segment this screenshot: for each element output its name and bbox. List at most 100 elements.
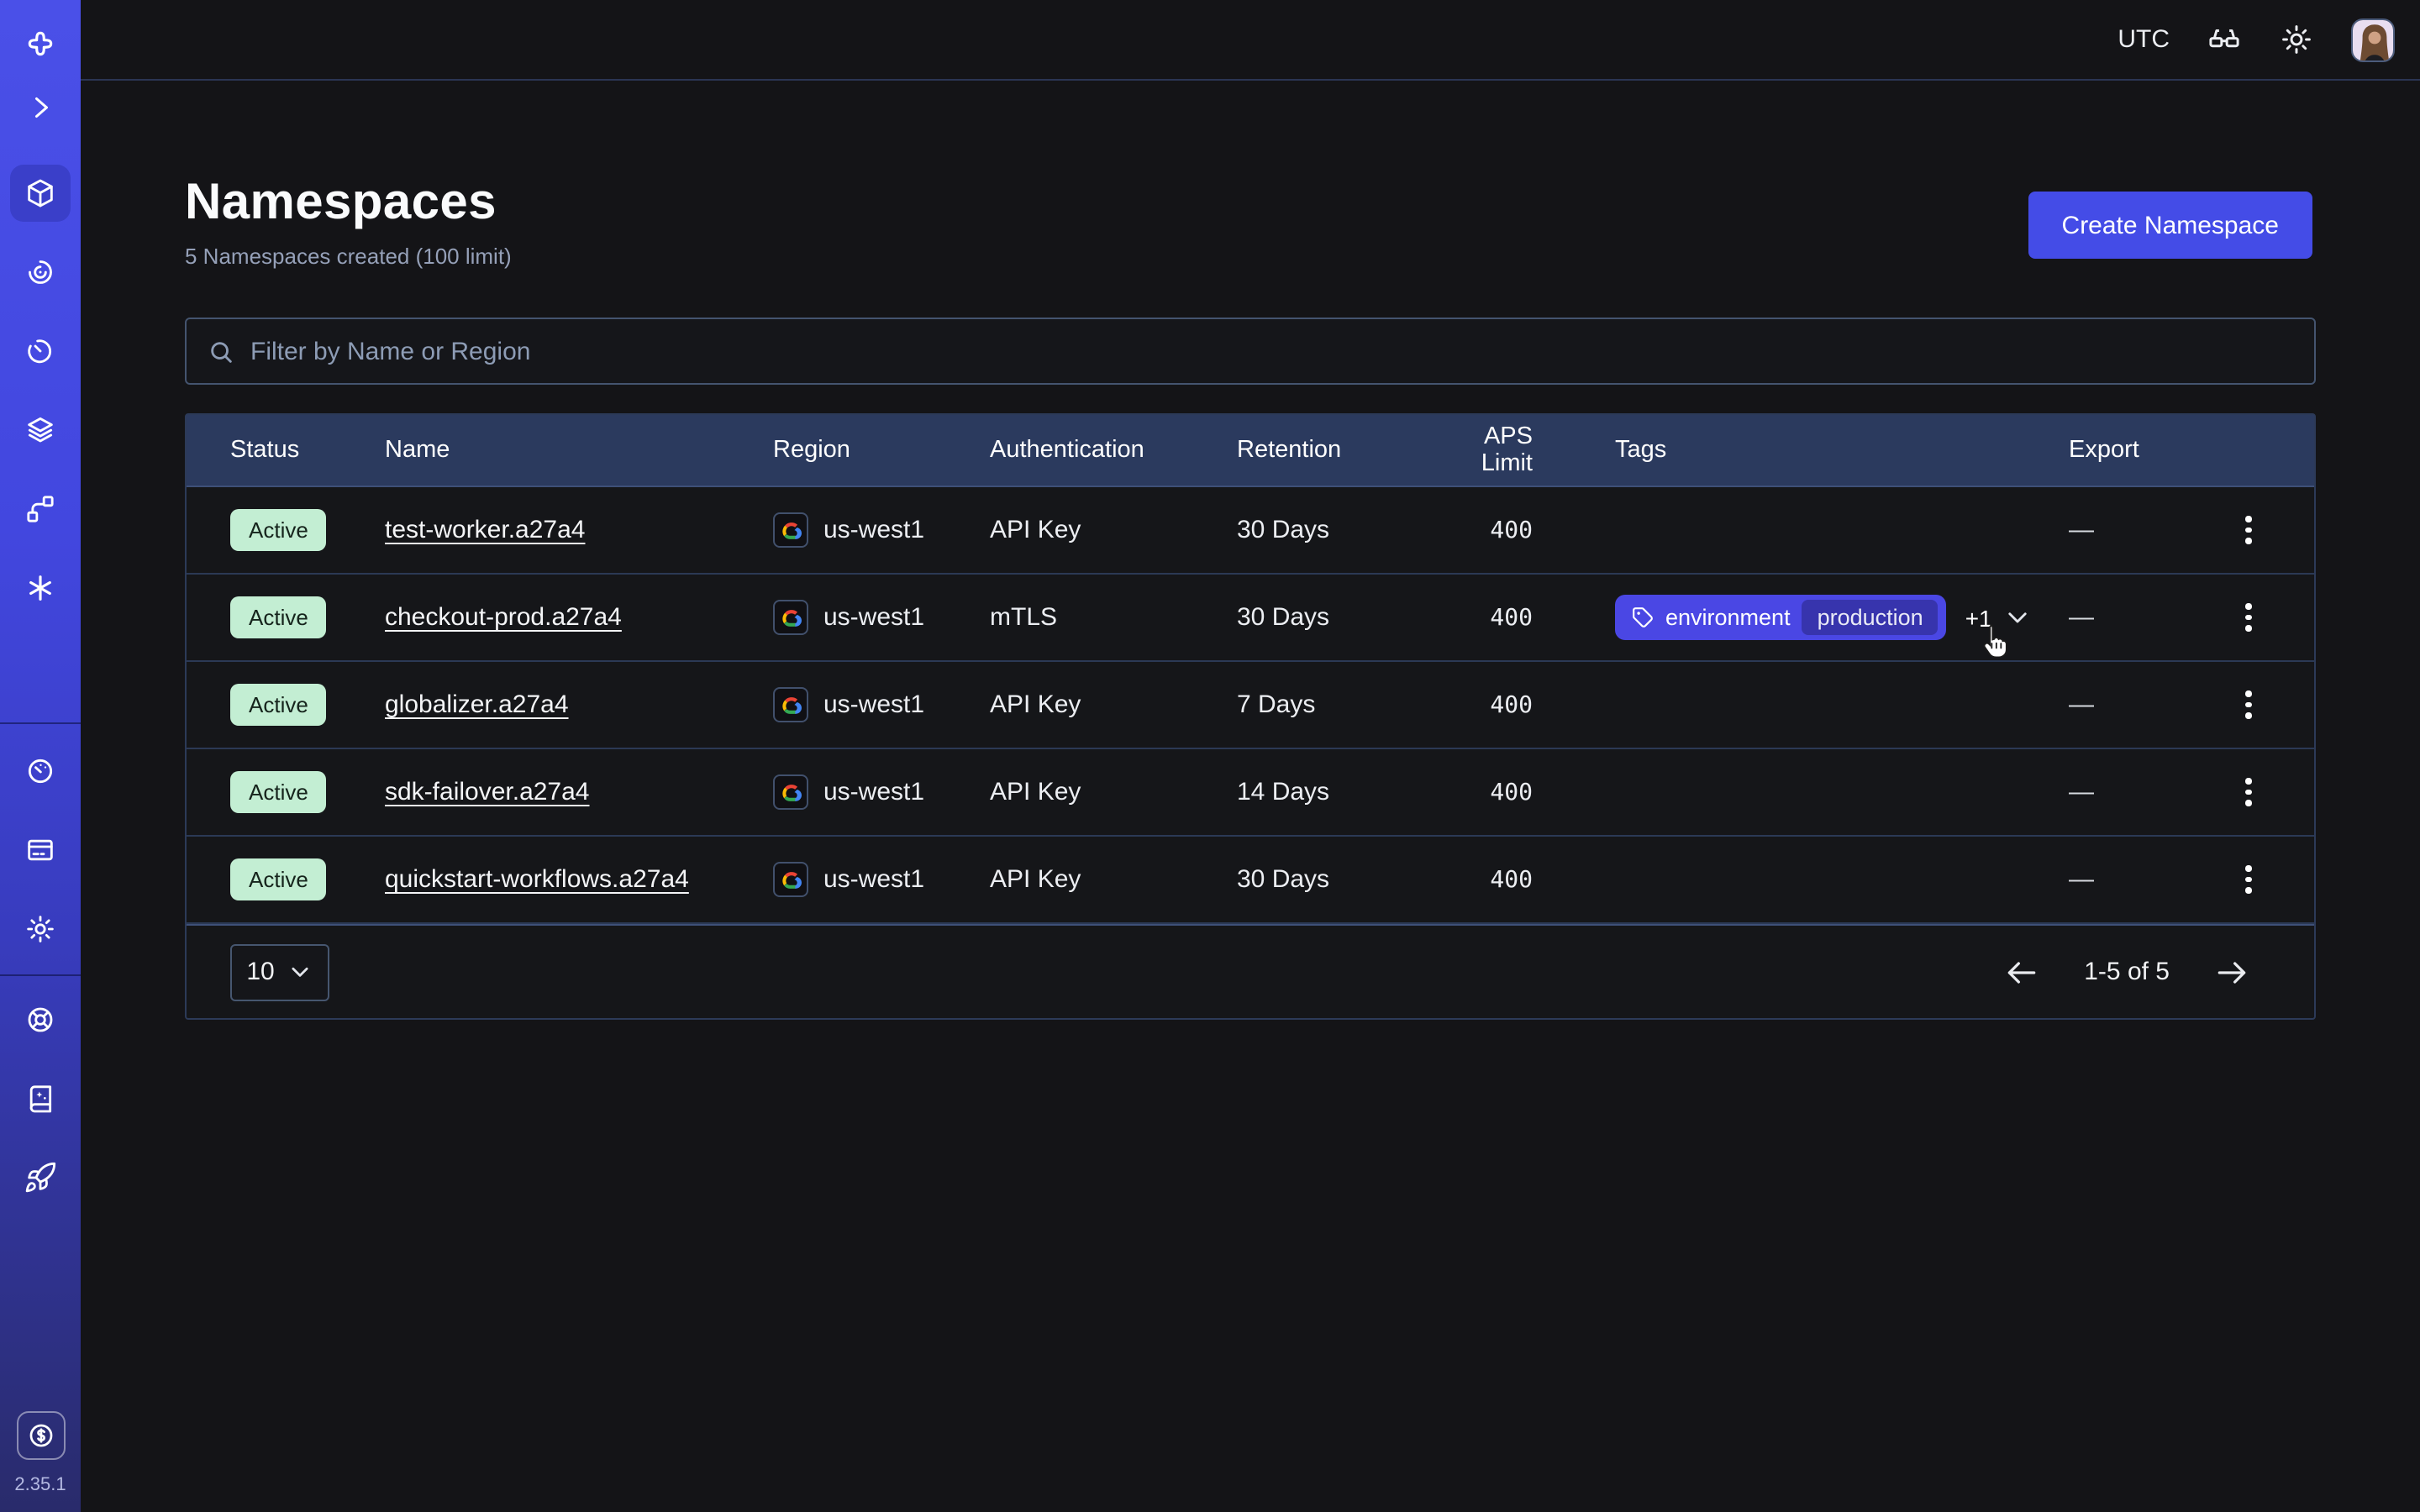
table-row: Active sdk-failover.a27a4 us-west1 API K… — [187, 749, 2314, 837]
export-value: — — [2069, 865, 2228, 894]
export-value: — — [2069, 603, 2228, 632]
status-badge: Active — [230, 684, 327, 726]
filter-input[interactable] — [250, 337, 2294, 365]
chevron-down-icon — [288, 959, 313, 984]
nav-lifebuoy-icon[interactable] — [10, 991, 71, 1048]
auth-value: API Key — [990, 778, 1237, 806]
aps-limit-value: 400 — [1428, 691, 1533, 718]
gcp-cloud-icon — [773, 687, 808, 722]
aps-limit-value: 400 — [1428, 517, 1533, 543]
gcp-cloud-icon — [773, 774, 808, 810]
nav-gauge-icon[interactable] — [10, 743, 71, 800]
nav-timer-icon[interactable] — [10, 323, 71, 380]
col-name: Name — [385, 437, 773, 464]
table-row: Active checkout-prod.a27a4 us-west1 mTLS… — [187, 575, 2314, 662]
col-export: Export — [2069, 437, 2228, 464]
tags-more-count: +1 — [1965, 604, 1992, 631]
aps-limit-value: 400 — [1428, 866, 1533, 893]
search-icon — [207, 337, 235, 365]
table-footer: 10 1-5 of 5 — [187, 924, 2314, 1018]
status-badge: Active — [230, 771, 327, 813]
app-root: 2.35.1 UTC Namespaces 5 Namespaces creat… — [0, 0, 2420, 1512]
region-label: us-west1 — [823, 516, 924, 544]
region-label: us-west1 — [823, 603, 924, 632]
retention-value: 14 Days — [1237, 778, 1428, 806]
temporal-logo-icon[interactable] — [10, 15, 71, 72]
status-badge: Active — [230, 858, 327, 900]
next-page-arrow-icon[interactable] — [2213, 953, 2250, 990]
col-tags: Tags — [1533, 437, 2069, 464]
region-label: us-west1 — [823, 778, 924, 806]
region-label: us-west1 — [823, 865, 924, 894]
tag-pill[interactable]: environment production — [1615, 595, 1947, 640]
namespace-link[interactable]: sdk-failover.a27a4 — [385, 778, 590, 806]
col-status: Status — [230, 437, 385, 464]
region-label: us-west1 — [823, 690, 924, 719]
namespace-link[interactable]: globalizer.a27a4 — [385, 690, 569, 719]
col-authentication: Authentication — [990, 437, 1237, 464]
page-subtitle: 5 Namespaces created (100 limit) — [185, 244, 2316, 269]
export-value: — — [2069, 690, 2228, 719]
sidebar: 2.35.1 — [0, 0, 81, 1512]
aps-limit-value: 400 — [1428, 779, 1533, 806]
status-badge: Active — [230, 596, 327, 638]
nav-branch-icon[interactable] — [10, 480, 71, 538]
tag-key: environment — [1665, 605, 1791, 630]
table-row: Active quickstart-workflows.a27a4 us-wes… — [187, 837, 2314, 924]
table-row: Active test-worker.a27a4 us-west1 API Ke… — [187, 487, 2314, 575]
nav-rocket-icon[interactable] — [10, 1149, 71, 1206]
page-size-value: 10 — [246, 958, 274, 986]
nav-card-icon[interactable] — [10, 822, 71, 879]
theme-toggle-sun-icon[interactable] — [2279, 22, 2314, 57]
export-value: — — [2069, 516, 2228, 544]
auth-value: API Key — [990, 690, 1237, 719]
gcp-cloud-icon — [773, 512, 808, 548]
create-namespace-button[interactable]: Create Namespace — [2028, 192, 2312, 259]
export-value: — — [2069, 778, 2228, 806]
nav-book-sparkles-icon[interactable] — [10, 1070, 71, 1127]
namespace-link[interactable]: quickstart-workflows.a27a4 — [385, 865, 689, 894]
timezone-selector[interactable]: UTC — [2104, 25, 2170, 54]
table-row: Active globalizer.a27a4 us-west1 API Key… — [187, 662, 2314, 749]
row-actions-kebab-icon[interactable] — [2232, 592, 2265, 643]
page-size-select[interactable]: 10 — [230, 943, 329, 1000]
gcp-cloud-icon — [773, 600, 808, 635]
namespace-link[interactable]: test-worker.a27a4 — [385, 516, 585, 544]
billing-dollar-badge-icon[interactable] — [16, 1411, 65, 1460]
main-content: Namespaces 5 Namespaces created (100 lim… — [81, 81, 2420, 1512]
gcp-cloud-icon — [773, 862, 808, 897]
table-header-row: Status Name Region Authentication Retent… — [187, 415, 2314, 487]
tag-icon — [1632, 606, 1654, 628]
prev-page-arrow-icon[interactable] — [2003, 953, 2040, 990]
auth-value: mTLS — [990, 603, 1237, 632]
pagination-range: 1-5 of 5 — [2084, 958, 2170, 986]
nav-namespaces-cube-icon[interactable] — [10, 165, 71, 222]
row-actions-kebab-icon[interactable] — [2232, 680, 2265, 730]
nav-spiral-icon[interactable] — [10, 244, 71, 301]
sidebar-expand-chevron-icon[interactable] — [10, 79, 71, 136]
nav-asterisk-icon[interactable] — [10, 559, 71, 617]
col-retention: Retention — [1237, 437, 1428, 464]
nav-layers-icon[interactable] — [10, 402, 71, 459]
aps-limit-value: 400 — [1428, 604, 1533, 631]
nav-gear-icon[interactable] — [10, 900, 71, 958]
timezone-label: UTC — [2118, 25, 2170, 54]
retention-value: 30 Days — [1237, 516, 1428, 544]
glasses-icon[interactable] — [2207, 22, 2242, 57]
user-avatar[interactable] — [2351, 18, 2395, 61]
auth-value: API Key — [990, 865, 1237, 894]
namespace-link[interactable]: checkout-prod.a27a4 — [385, 603, 622, 632]
filter-searchbar[interactable] — [185, 318, 2316, 385]
page-title: Namespaces — [185, 175, 2316, 232]
col-aps-limit: APS Limit — [1428, 423, 1533, 477]
tags-expand-chevron-icon[interactable] — [2004, 603, 2033, 632]
retention-value: 30 Days — [1237, 603, 1428, 632]
row-actions-kebab-icon[interactable] — [2232, 854, 2265, 905]
namespaces-table: Status Name Region Authentication Retent… — [185, 413, 2316, 1020]
auth-value: API Key — [990, 516, 1237, 544]
row-actions-kebab-icon[interactable] — [2232, 505, 2265, 555]
status-badge: Active — [230, 509, 327, 551]
col-region: Region — [773, 437, 990, 464]
row-actions-kebab-icon[interactable] — [2232, 767, 2265, 817]
retention-value: 7 Days — [1237, 690, 1428, 719]
